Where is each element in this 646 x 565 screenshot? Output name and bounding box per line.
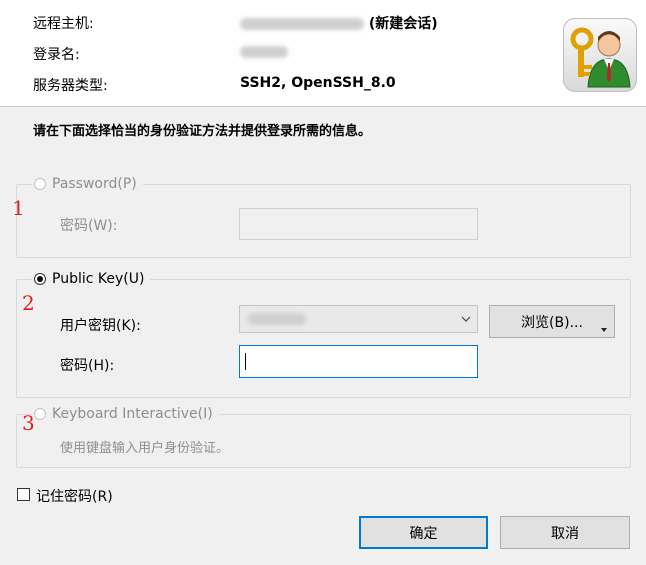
remote-host-redacted bbox=[240, 18, 364, 30]
marker-3: 3 bbox=[22, 411, 35, 435]
password-field-disabled[interactable] bbox=[239, 208, 478, 240]
ok-button[interactable]: 确定 bbox=[359, 516, 488, 549]
browse-button-label: 浏览(B)... bbox=[521, 314, 583, 331]
server-type-value: SSH2, OpenSSH_8.0 bbox=[240, 75, 396, 91]
remote-host-label: 远程主机: bbox=[33, 16, 94, 32]
keyboard-description: 使用键盘输入用户身份验证。 bbox=[60, 441, 230, 456]
chevron-down-icon bbox=[461, 316, 471, 322]
remote-host-value: (新建会话) bbox=[240, 13, 438, 33]
user-key-value-redacted bbox=[248, 313, 306, 325]
split-dropdown-icon[interactable] bbox=[601, 328, 607, 332]
user-key-icon bbox=[563, 18, 637, 92]
remote-host-suffix: (新建会话) bbox=[368, 16, 438, 32]
login-name-label: 登录名: bbox=[33, 47, 80, 63]
ok-button-label: 确定 bbox=[409, 525, 438, 542]
keyboard-radio-button[interactable] bbox=[34, 408, 46, 420]
key-password-input[interactable] bbox=[239, 345, 478, 378]
keyboard-radio[interactable]: Keyboard Interactive(I) bbox=[32, 406, 219, 422]
marker-2: 2 bbox=[22, 291, 35, 315]
login-name-redacted bbox=[240, 46, 288, 58]
instruction-text: 请在下面选择恰当的身份验证方法并提供登录所需的信息。 bbox=[33, 124, 372, 139]
user-key-label: 用户密钥(K): bbox=[60, 318, 141, 334]
server-type-label: 服务器类型: bbox=[33, 78, 108, 94]
marker-1: 1 bbox=[12, 196, 25, 220]
header-panel: 远程主机: (新建会话) 登录名: 服务器类型: SSH2, OpenSSH_8… bbox=[0, 0, 646, 107]
publickey-group bbox=[16, 279, 631, 398]
password-radio-button[interactable] bbox=[34, 178, 46, 190]
password-radio[interactable]: Password(P) bbox=[32, 176, 143, 192]
keyboard-radio-label: Keyboard Interactive(I) bbox=[52, 406, 213, 422]
publickey-radio-label: Public Key(U) bbox=[52, 271, 145, 287]
publickey-radio[interactable]: Public Key(U) bbox=[32, 271, 151, 287]
login-name-value bbox=[240, 44, 288, 60]
password-radio-label: Password(P) bbox=[52, 176, 137, 192]
user-key-select[interactable] bbox=[239, 305, 478, 333]
cancel-button-label: 取消 bbox=[551, 525, 579, 542]
password-field-label: 密码(W): bbox=[60, 218, 118, 234]
text-cursor bbox=[245, 353, 246, 370]
remember-password-label[interactable]: 记住密码(R) bbox=[36, 486, 113, 506]
browse-button[interactable]: 浏览(B)... bbox=[489, 305, 615, 338]
cancel-button[interactable]: 取消 bbox=[500, 516, 630, 549]
key-password-label: 密码(H): bbox=[60, 358, 115, 374]
publickey-radio-button[interactable] bbox=[34, 273, 46, 285]
remember-password-checkbox[interactable] bbox=[17, 488, 30, 501]
